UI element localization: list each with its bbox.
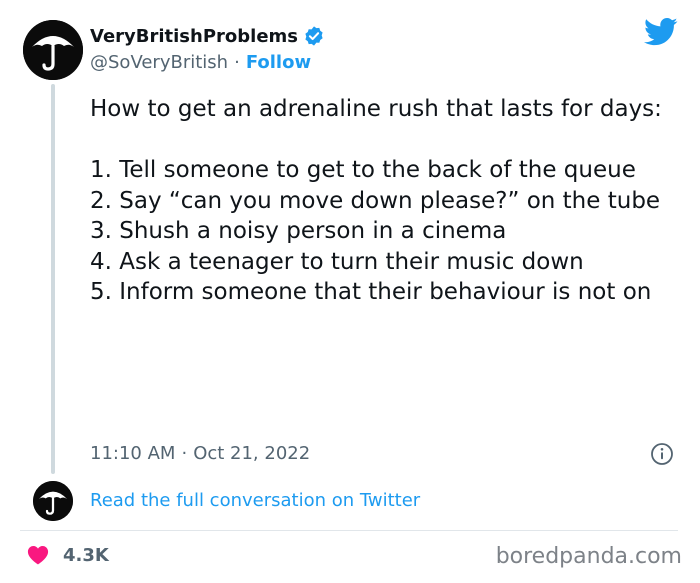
umbrella-icon (33, 481, 73, 521)
tweet-text: How to get an adrenaline rush that lasts… (90, 94, 680, 308)
like-button[interactable]: 4.3K (27, 541, 109, 569)
author-name-row[interactable]: VeryBritishProblems (90, 24, 325, 48)
tweet-list-item: 3. Shush a noisy person in a cinema (90, 218, 507, 244)
watermark: boredpanda.com (495, 544, 682, 569)
author-handle[interactable]: @SoVeryBritish (90, 52, 228, 73)
thread-line (51, 84, 55, 474)
tweet-date[interactable]: Oct 21, 2022 (193, 443, 310, 464)
tweet-list-item: 1. Tell someone to get to the back of th… (90, 157, 636, 183)
author-handle-row: @SoVeryBritish · Follow (90, 50, 311, 74)
heart-icon (27, 544, 49, 566)
tweet-list-item: 4. Ask a teenager to turn their music do… (90, 248, 584, 275)
timestamp-separator: · (181, 442, 188, 464)
reply-avatar[interactable] (33, 481, 73, 521)
tweet-intro: How to get an adrenaline rush that lasts… (90, 96, 662, 122)
umbrella-icon (23, 20, 83, 80)
tweet-time[interactable]: 11:10 AM (90, 443, 175, 464)
twitter-bird-icon[interactable] (644, 17, 678, 47)
divider (20, 530, 678, 531)
follow-button[interactable]: Follow (246, 52, 311, 73)
tweet-timestamp[interactable]: 11:10 AM · Oct 21, 2022 (90, 440, 310, 466)
tweet-list-item: 5. Inform someone that their behaviour i… (90, 279, 652, 305)
verified-badge-icon (303, 25, 325, 47)
read-full-conversation-link[interactable]: Read the full conversation on Twitter (90, 487, 420, 513)
author-display-name[interactable]: VeryBritishProblems (90, 26, 298, 47)
tweet-list-item: 2. Say “can you move down please?” on th… (90, 187, 661, 214)
like-count: 4.3K (63, 544, 109, 566)
avatar[interactable] (23, 20, 83, 80)
info-icon[interactable] (650, 442, 674, 466)
handle-separator: · (234, 51, 240, 73)
